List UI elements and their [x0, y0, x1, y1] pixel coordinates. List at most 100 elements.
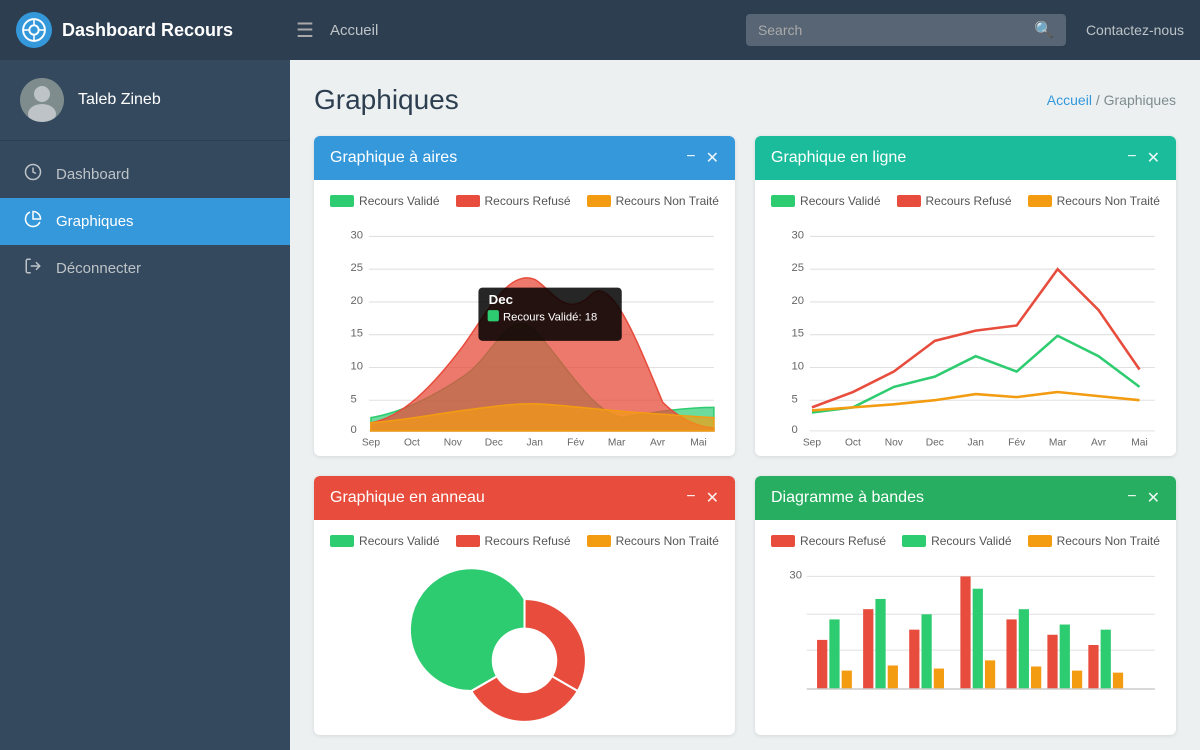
- chart-aires: Graphique à aires − ✕ Recours Validé: [314, 136, 735, 456]
- sidebar: Taleb Zineb Dashboard: [0, 60, 290, 750]
- user-name: Taleb Zineb: [78, 91, 161, 109]
- legend-label: Recours Validé: [359, 194, 439, 208]
- svg-text:Jan: Jan: [967, 437, 984, 448]
- chart-bandes-actions: − ✕: [1127, 488, 1160, 508]
- legend-color-red: [456, 535, 480, 547]
- svg-text:10: 10: [350, 361, 363, 373]
- breadcrumb-home[interactable]: Accueil: [1047, 92, 1092, 108]
- svg-text:0: 0: [350, 424, 356, 436]
- chart-anneau-header: Graphique en anneau − ✕: [314, 476, 735, 520]
- legend-color-red: [456, 195, 480, 207]
- svg-text:Mai: Mai: [690, 437, 706, 448]
- legend-label: Recours Refusé: [926, 194, 1012, 208]
- legend-label: Recours Validé: [359, 534, 439, 548]
- close-button-anneau[interactable]: ✕: [706, 488, 719, 508]
- chart-ligne-actions: − ✕: [1127, 148, 1160, 168]
- legend-color-red: [897, 195, 921, 207]
- chart-ligne-body: Recours Validé Recours Refusé Recours No…: [755, 180, 1176, 456]
- legend-label: Recours Non Traité: [616, 194, 719, 208]
- legend-item: Recours Non Traité: [1028, 194, 1160, 208]
- sidebar-item-deconnecter[interactable]: Déconnecter: [0, 245, 290, 292]
- svg-text:10: 10: [791, 361, 804, 373]
- svg-text:Sep: Sep: [362, 437, 380, 448]
- search-input[interactable]: [758, 22, 1034, 38]
- svg-text:Jan: Jan: [526, 437, 543, 448]
- chart-aires-title: Graphique à aires: [330, 149, 457, 167]
- minimize-button-bandes[interactable]: −: [1127, 488, 1136, 508]
- minimize-button-anneau[interactable]: −: [686, 488, 695, 508]
- svg-text:20: 20: [791, 295, 804, 307]
- svg-text:Dec: Dec: [489, 292, 513, 307]
- legend-label: Recours Refusé: [800, 534, 886, 548]
- close-button-bandes[interactable]: ✕: [1147, 488, 1160, 508]
- svg-text:15: 15: [350, 328, 363, 340]
- legend-label: Recours Non Traité: [616, 534, 719, 548]
- logout-icon: [24, 257, 42, 280]
- chart-bandes-title: Diagramme à bandes: [771, 489, 924, 507]
- svg-text:Nov: Nov: [444, 437, 463, 448]
- brand: Dashboard Recours: [16, 12, 296, 48]
- svg-text:Mar: Mar: [608, 437, 626, 448]
- menu-icon[interactable]: ☰: [296, 18, 314, 43]
- chart-ligne-svg-wrapper: 30 25 20 15 10 5 0: [771, 218, 1160, 448]
- chart-ligne-title: Graphique en ligne: [771, 149, 906, 167]
- chart-aires-body: Recours Validé Recours Refusé Recours No…: [314, 180, 735, 456]
- contact-link[interactable]: Contactez-nous: [1086, 22, 1184, 38]
- svg-text:25: 25: [791, 262, 804, 274]
- charts-grid: Graphique à aires − ✕ Recours Validé: [314, 136, 1176, 735]
- navbar-accueil-link[interactable]: Accueil: [330, 22, 378, 39]
- sidebar-item-graphiques[interactable]: Graphiques: [0, 198, 290, 245]
- legend-color-green: [330, 535, 354, 547]
- legend-color-orange: [587, 195, 611, 207]
- svg-text:Fév: Fév: [567, 437, 585, 448]
- chart-bandes-body: Recours Refusé Recours Validé Recours No…: [755, 520, 1176, 735]
- svg-text:Dec: Dec: [485, 437, 503, 448]
- chart-anneau-svg-wrapper: [330, 558, 719, 727]
- close-button-ligne[interactable]: ✕: [1147, 148, 1160, 168]
- chart-bandes-header: Diagramme à bandes − ✕: [755, 476, 1176, 520]
- svg-text:Sep: Sep: [803, 437, 821, 448]
- legend-label: Recours Validé: [931, 534, 1011, 548]
- legend-color-orange: [587, 535, 611, 547]
- svg-text:30: 30: [789, 570, 802, 582]
- close-button-aires[interactable]: ✕: [706, 148, 719, 168]
- legend-label: Recours Non Traité: [1057, 534, 1160, 548]
- sidebar-label-graphiques: Graphiques: [56, 213, 134, 230]
- svg-text:Oct: Oct: [845, 437, 861, 448]
- chart-bandes: Diagramme à bandes − ✕ Recours Refusé: [755, 476, 1176, 735]
- chart-ligne: Graphique en ligne − ✕ Recours Validé: [755, 136, 1176, 456]
- chart-ligne-header: Graphique en ligne − ✕: [755, 136, 1176, 180]
- svg-text:Dec: Dec: [926, 437, 944, 448]
- top-navbar: Dashboard Recours ☰ Accueil 🔍 Contactez-…: [0, 0, 1200, 60]
- graphiques-icon: [24, 210, 42, 233]
- sidebar-label-dashboard: Dashboard: [56, 166, 129, 183]
- chart-anneau-svg: [330, 558, 719, 722]
- chart-aires-svg: 30 25 20 15 10 5 0: [330, 218, 719, 443]
- content-header: Graphiques Accueil / Graphiques: [314, 84, 1176, 116]
- legend-color-green: [330, 195, 354, 207]
- svg-text:Recours Validé: 18: Recours Validé: 18: [503, 311, 597, 323]
- svg-text:Avr: Avr: [1091, 437, 1107, 448]
- sidebar-user: Taleb Zineb: [0, 60, 290, 141]
- legend-color-orange: [1028, 195, 1052, 207]
- main-layout: Taleb Zineb Dashboard: [0, 60, 1200, 750]
- avatar: [20, 78, 64, 122]
- chart-anneau-body: Recours Validé Recours Refusé Recours No…: [314, 520, 735, 735]
- legend-item: Recours Refusé: [456, 534, 571, 548]
- svg-text:30: 30: [350, 229, 363, 241]
- svg-text:Oct: Oct: [404, 437, 420, 448]
- minimize-button-ligne[interactable]: −: [1127, 148, 1136, 168]
- minimize-button-aires[interactable]: −: [686, 148, 695, 168]
- legend-label: Recours Refusé: [485, 534, 571, 548]
- legend-item: Recours Non Traité: [587, 194, 719, 208]
- legend-item: Recours Non Traité: [1028, 534, 1160, 548]
- sidebar-item-dashboard[interactable]: Dashboard: [0, 151, 290, 198]
- sidebar-nav: Dashboard Graphiques: [0, 141, 290, 302]
- svg-text:5: 5: [350, 393, 356, 405]
- svg-text:30: 30: [791, 229, 804, 241]
- legend-item: Recours Non Traité: [587, 534, 719, 548]
- chart-anneau-title: Graphique en anneau: [330, 489, 485, 507]
- chart-anneau: Graphique en anneau − ✕ Recours Validé: [314, 476, 735, 735]
- svg-text:5: 5: [791, 393, 797, 405]
- chart-bandes-legend: Recours Refusé Recours Validé Recours No…: [771, 534, 1160, 548]
